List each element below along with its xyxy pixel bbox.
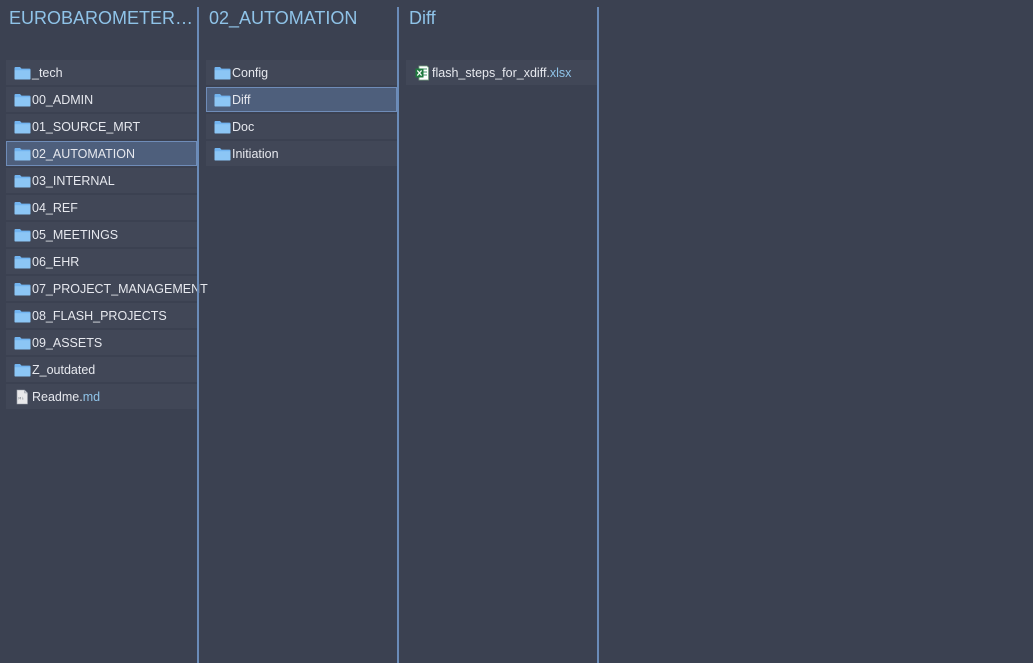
item-label: 03_INTERNAL bbox=[32, 173, 115, 188]
excel-file-icon bbox=[414, 65, 432, 81]
item-label: Z_outdated bbox=[32, 362, 96, 377]
column-divider[interactable] bbox=[597, 7, 599, 663]
item-label: Initiation bbox=[232, 146, 279, 161]
column-root: EUROBAROMETER_FL... _tech 00_ADMIN 01_SOUR… bbox=[6, 0, 208, 663]
folder-item[interactable]: 05_MEETINGS bbox=[6, 222, 197, 247]
item-label: 08_FLASH_PROJECTS bbox=[32, 308, 167, 323]
folder-icon bbox=[14, 336, 32, 350]
svg-text:M↓: M↓ bbox=[18, 396, 24, 400]
folder-icon bbox=[14, 309, 32, 323]
folder-icon bbox=[214, 147, 232, 161]
folder-item[interactable]: Doc bbox=[206, 114, 397, 139]
item-label: flash_steps_for_xdiff. bbox=[432, 65, 550, 80]
folder-item[interactable]: 03_INTERNAL bbox=[6, 168, 197, 193]
item-label: Readme. bbox=[32, 389, 83, 404]
folder-icon bbox=[14, 147, 32, 161]
file-item[interactable]: M↓ Readme. md bbox=[6, 384, 197, 409]
folder-icon bbox=[214, 93, 232, 107]
column-item-list: _tech 00_ADMIN 01_SOURCE_MRT 02_AUTOMATION 0… bbox=[6, 60, 208, 411]
item-label: Config bbox=[232, 65, 269, 80]
folder-icon bbox=[14, 228, 32, 242]
folder-icon bbox=[14, 174, 32, 188]
markdown-file-icon: M↓ bbox=[14, 389, 32, 405]
folder-item[interactable]: 00_ADMIN bbox=[6, 87, 197, 112]
folder-item[interactable]: Diff bbox=[206, 87, 397, 112]
column-title: 02_AUTOMATION bbox=[209, 8, 358, 28]
column-item-list: Config Diff Doc Initiation bbox=[206, 60, 397, 168]
folder-item[interactable]: _tech bbox=[6, 60, 197, 85]
item-label: 02_AUTOMATION bbox=[32, 146, 136, 161]
file-extension: xlsx bbox=[549, 65, 572, 80]
column-item-list: flash_steps_for_xdiff. xlsx bbox=[406, 60, 597, 87]
folder-icon bbox=[14, 93, 32, 107]
folder-icon bbox=[14, 363, 32, 377]
column-divider[interactable] bbox=[397, 7, 399, 663]
folder-item[interactable]: Initiation bbox=[206, 141, 397, 166]
file-extension: md bbox=[82, 389, 101, 404]
folder-icon bbox=[14, 282, 32, 296]
column-diff: Diff flash_steps_for_xdiff. xlsx bbox=[406, 0, 597, 663]
folder-icon bbox=[14, 66, 32, 80]
column-divider[interactable] bbox=[197, 7, 199, 663]
item-label: 05_MEETINGS bbox=[32, 227, 119, 242]
folder-icon bbox=[14, 120, 32, 134]
folder-icon bbox=[14, 255, 32, 269]
column-title: Diff bbox=[409, 8, 436, 28]
file-item[interactable]: flash_steps_for_xdiff. xlsx bbox=[406, 60, 597, 85]
folder-item[interactable]: Config bbox=[206, 60, 397, 85]
item-label: Doc bbox=[232, 119, 255, 134]
folder-item[interactable]: 07_PROJECT_MANAGEMENT bbox=[6, 276, 208, 301]
folder-icon bbox=[214, 66, 232, 80]
folder-icon bbox=[214, 120, 232, 134]
item-label: 06_EHR bbox=[32, 254, 80, 269]
column-file-browser: EUROBAROMETER_FL... _tech 00_ADMIN 01_SOUR… bbox=[0, 0, 1033, 663]
folder-item[interactable]: 01_SOURCE_MRT bbox=[6, 114, 197, 139]
column-automation: 02_AUTOMATION Config Diff Doc Initiation bbox=[206, 0, 397, 663]
folder-item[interactable]: Z_outdated bbox=[6, 357, 197, 382]
item-label: 04_REF bbox=[32, 200, 78, 215]
folder-item[interactable]: 02_AUTOMATION bbox=[6, 141, 197, 166]
item-label: 01_SOURCE_MRT bbox=[32, 119, 141, 134]
item-label: 07_PROJECT_MANAGEMENT bbox=[32, 281, 208, 296]
item-label: 00_ADMIN bbox=[32, 92, 94, 107]
column-title: EUROBAROMETER_FL... bbox=[9, 8, 197, 28]
item-label: Diff bbox=[232, 92, 251, 107]
item-label: 09_ASSETS bbox=[32, 335, 103, 350]
item-label: _tech bbox=[32, 65, 63, 80]
folder-icon bbox=[14, 201, 32, 215]
folder-item[interactable]: 09_ASSETS bbox=[6, 330, 197, 355]
folder-item[interactable]: 08_FLASH_PROJECTS bbox=[6, 303, 197, 328]
folder-item[interactable]: 06_EHR bbox=[6, 249, 197, 274]
folder-item[interactable]: 04_REF bbox=[6, 195, 197, 220]
